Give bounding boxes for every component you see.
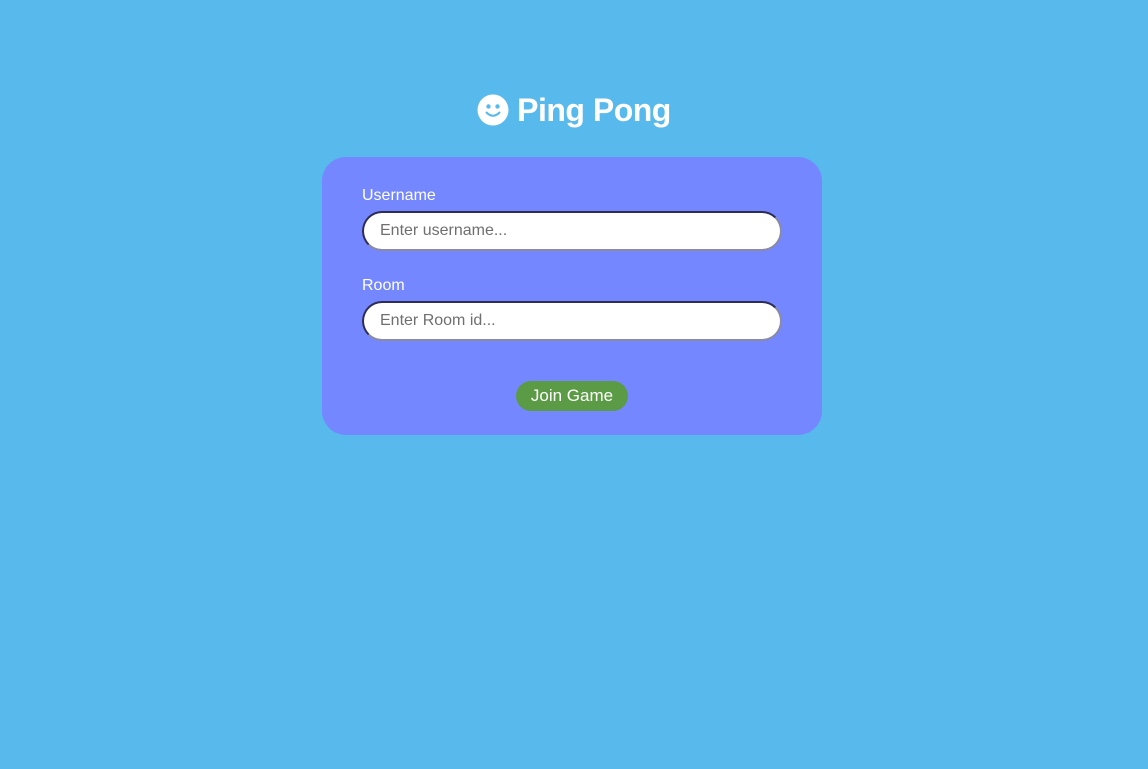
room-id-input[interactable] — [362, 301, 782, 341]
username-label: Username — [362, 187, 436, 204]
join-game-button[interactable]: Join Game — [515, 381, 629, 411]
app-header: Ping Pong — [0, 91, 1148, 129]
page: Ping Pong Username Room Join Game — [0, 0, 1148, 769]
app-title: Ping Pong — [517, 92, 671, 128]
join-form-card: Username Room Join Game — [322, 157, 822, 435]
username-input[interactable] — [362, 211, 782, 251]
room-group: Room — [362, 277, 782, 341]
smiley-face-icon — [477, 94, 509, 126]
room-label: Room — [362, 277, 405, 294]
button-row: Join Game — [362, 381, 782, 411]
username-group: Username — [362, 187, 782, 251]
